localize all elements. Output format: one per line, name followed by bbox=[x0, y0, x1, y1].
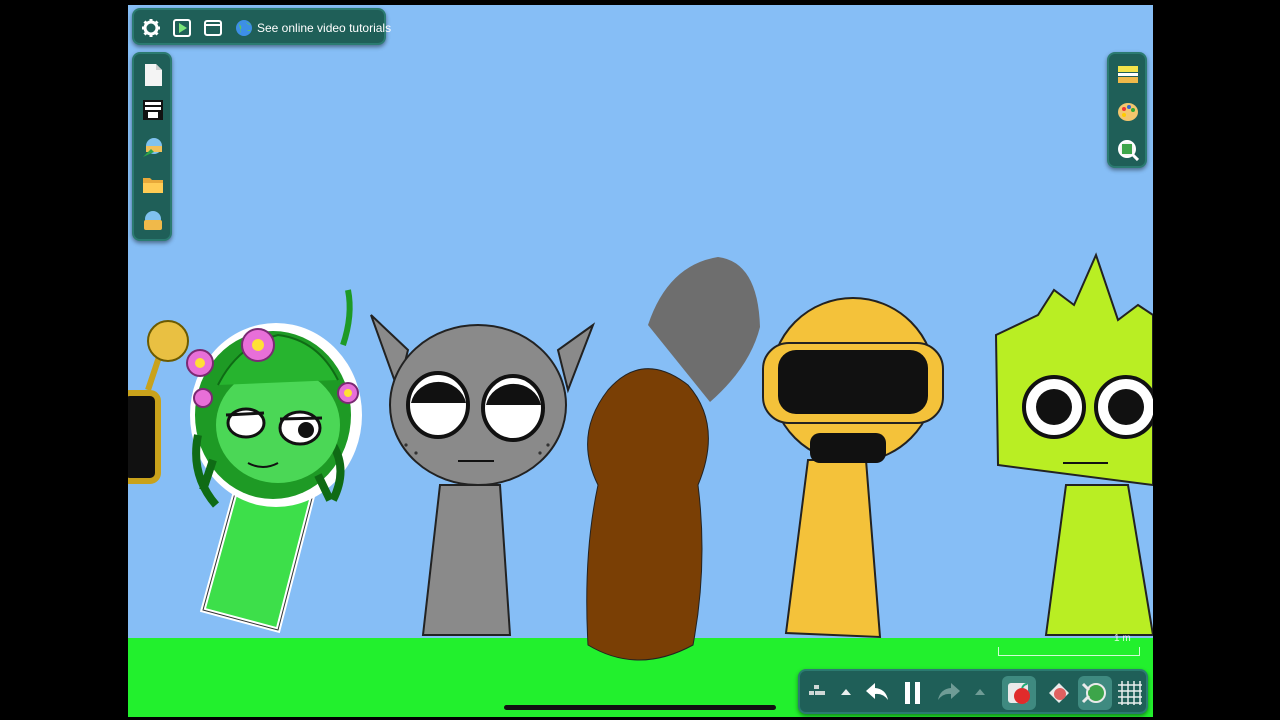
zoom-add-button[interactable] bbox=[1116, 137, 1140, 163]
connect-tool-icon bbox=[1081, 682, 1106, 704]
open-folder-icon bbox=[143, 178, 163, 193]
grid-toggle-button[interactable] bbox=[1114, 677, 1146, 709]
left-toolbar bbox=[132, 52, 172, 241]
properties-icon bbox=[1118, 66, 1138, 83]
yellow-visor-character bbox=[762, 297, 944, 639]
bottom-toolbar bbox=[798, 669, 1148, 714]
palette-icon bbox=[1118, 103, 1138, 121]
import-icon bbox=[144, 211, 162, 230]
window-icon bbox=[204, 20, 222, 36]
grid-menu-icon bbox=[809, 685, 825, 695]
grid-menu-button[interactable] bbox=[806, 681, 828, 703]
shape-tool-button[interactable] bbox=[1042, 676, 1076, 710]
play-icon bbox=[173, 19, 191, 37]
window-button[interactable] bbox=[202, 17, 224, 39]
scene-canvas[interactable] bbox=[128, 5, 1153, 717]
properties-button[interactable] bbox=[1116, 62, 1140, 88]
app-canvas[interactable]: See online video tutorials 1 m bbox=[128, 5, 1153, 717]
apple-tool-icon bbox=[1008, 683, 1030, 704]
scale-bar bbox=[998, 647, 1140, 656]
layers-icon bbox=[143, 100, 163, 120]
apple-tool-button[interactable] bbox=[1002, 676, 1036, 710]
scale-label: 1 m bbox=[1114, 633, 1131, 644]
import-button[interactable] bbox=[141, 208, 165, 234]
expand-right-button[interactable] bbox=[972, 683, 988, 701]
grey-cat-character bbox=[370, 314, 596, 636]
undo-button[interactable] bbox=[864, 679, 890, 705]
add-scene-button[interactable] bbox=[141, 134, 165, 160]
open-folder-button[interactable] bbox=[141, 172, 165, 198]
settings-button[interactable] bbox=[140, 17, 162, 39]
expand-up-icon bbox=[841, 689, 851, 695]
connect-tool-button[interactable] bbox=[1078, 676, 1112, 710]
pause-button[interactable] bbox=[900, 679, 926, 707]
new-file-button[interactable] bbox=[141, 62, 165, 88]
play-button[interactable] bbox=[171, 17, 193, 39]
layers-button[interactable] bbox=[141, 97, 165, 123]
top-toolbar: See online video tutorials bbox=[132, 8, 391, 45]
redo-icon bbox=[938, 683, 960, 700]
redo-button[interactable] bbox=[936, 679, 962, 705]
gear-icon bbox=[142, 19, 160, 37]
green-character bbox=[186, 289, 362, 634]
palette-button[interactable] bbox=[1116, 99, 1140, 125]
expand-left-button[interactable] bbox=[838, 683, 854, 701]
new-file-icon bbox=[145, 64, 162, 86]
lime-spiky-character bbox=[994, 252, 1153, 636]
expand-up-icon bbox=[975, 689, 985, 695]
add-scene-icon bbox=[143, 138, 162, 157]
right-toolbar bbox=[1107, 52, 1147, 168]
brown-character bbox=[586, 368, 709, 661]
grid-toggle-icon bbox=[1118, 681, 1142, 705]
tutorials-label: See online video tutorials bbox=[257, 21, 392, 35]
yellow-character-partial bbox=[128, 320, 189, 484]
pause-icon bbox=[905, 682, 920, 704]
globe-icon bbox=[236, 20, 252, 36]
undo-icon bbox=[866, 683, 888, 700]
home-indicator bbox=[504, 705, 776, 710]
shape-tool-icon bbox=[1049, 683, 1069, 703]
zoom-add-icon bbox=[1118, 140, 1139, 161]
